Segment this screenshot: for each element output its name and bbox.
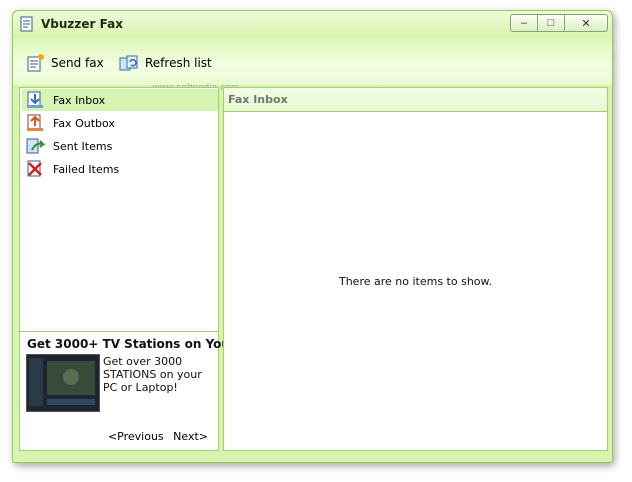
toolbar: Send fax Refresh list www.softpedia.com: [13, 38, 612, 92]
sent-items-icon: [26, 138, 45, 154]
tv-player-thumbnail: [27, 355, 99, 411]
folder-label: Sent Items: [53, 139, 113, 153]
app-window: Vbuzzer Fax – □ ✕ Send fax Refresh list …: [12, 10, 613, 463]
folder-label: Fax Outbox: [53, 116, 115, 130]
list-title: Fax Inbox: [228, 93, 288, 106]
title-bar[interactable]: Vbuzzer Fax – □ ✕: [13, 11, 612, 37]
maximize-button[interactable]: □: [538, 14, 565, 32]
close-button[interactable]: ✕: [565, 14, 608, 32]
ad-body[interactable]: Get over 3000 STATIONS on your PC or Lap…: [103, 355, 215, 394]
fax-document-icon: [20, 16, 33, 32]
send-fax-label: Send fax: [51, 56, 104, 70]
minimize-icon: –: [520, 17, 528, 29]
folder-item-fax-outbox[interactable]: Fax Outbox: [22, 112, 218, 134]
refresh-list-button[interactable]: Refresh list: [119, 52, 212, 74]
folder-label: Fax Inbox: [53, 93, 106, 107]
refresh-list-icon: [119, 55, 138, 71]
ad-image[interactable]: [26, 354, 100, 412]
ad-title[interactable]: Get 3000+ TV Stations on You...: [27, 337, 244, 351]
folder-label: Failed Items: [53, 162, 120, 176]
ad-next-link[interactable]: Next>: [173, 430, 208, 443]
window-controls: – □ ✕: [510, 14, 608, 32]
ad-panel: Get 3000+ TV Stations on You... Get over…: [20, 331, 244, 451]
folder-item-fax-inbox[interactable]: Fax Inbox: [22, 89, 218, 111]
empty-state-message: There are no items to show.: [338, 275, 493, 288]
folder-pane: Fax Inbox Fax Outbox Sent Items Failed I…: [19, 87, 244, 451]
failed-items-icon: [27, 160, 42, 177]
send-fax-icon: [27, 54, 44, 72]
folder-item-failed-items[interactable]: Failed Items: [22, 158, 218, 180]
ad-navigation: <Previous Next>: [102, 430, 208, 443]
message-list-pane: Fax Inbox There are no items to show.: [223, 87, 608, 451]
folder-item-sent-items[interactable]: Sent Items: [22, 135, 218, 157]
refresh-list-label: Refresh list: [145, 56, 212, 70]
list-header: Fax Inbox: [224, 88, 607, 112]
window-title: Vbuzzer Fax: [41, 17, 123, 31]
send-fax-button[interactable]: Send fax: [25, 52, 104, 74]
fax-inbox-icon: [27, 91, 43, 108]
maximize-icon: □: [547, 17, 555, 29]
fax-outbox-icon: [27, 114, 43, 131]
minimize-button[interactable]: –: [510, 14, 538, 32]
close-icon: ✕: [581, 17, 591, 30]
ad-previous-link[interactable]: <Previous: [108, 430, 164, 443]
